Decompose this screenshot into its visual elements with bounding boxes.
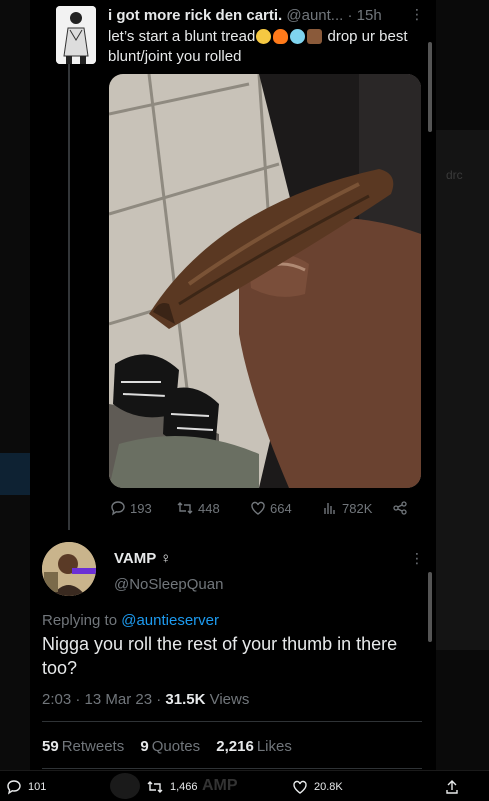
views-chart-icon	[324, 503, 335, 514]
scrollbar[interactable]	[428, 42, 432, 132]
bottom-reply-count: 101	[28, 781, 47, 793]
replying-to-label: Replying to	[42, 612, 122, 629]
tired-face-emoji-icon	[256, 28, 272, 44]
avatar[interactable]	[42, 542, 96, 596]
more-options-icon[interactable]: ⋮	[410, 550, 424, 567]
heart-icon	[251, 501, 265, 515]
retweets-stat[interactable]: 59 Retweets	[42, 738, 124, 755]
bottom-share-button[interactable]	[444, 779, 460, 795]
heart-icon	[293, 780, 307, 794]
share-button[interactable]	[392, 500, 408, 516]
reply-button[interactable]: 193	[110, 500, 152, 516]
display-name[interactable]: i got more rick den carti.	[108, 7, 282, 24]
bottom-retweet-button[interactable]: 1,466	[146, 779, 198, 795]
avatar[interactable]	[56, 6, 96, 64]
reply-count: 193	[130, 500, 152, 516]
replying-to-link[interactable]: @auntieserver	[121, 612, 219, 629]
reply-icon	[7, 780, 21, 795]
retweet-icon	[177, 502, 193, 514]
tweet-action-bar: 193 448 664 782K	[110, 500, 410, 520]
left-highlight	[0, 453, 30, 495]
left-background	[0, 0, 30, 800]
tweet-header: i got more rick den carti. @aunt... · 15…	[108, 6, 382, 25]
quotes-label: Quotes	[151, 738, 201, 755]
likes-label: Likes	[256, 738, 292, 755]
pinching-hand-emoji-icon	[307, 28, 323, 44]
engagement-counts: 59 Retweets 9 Quotes 2,216 Likes	[42, 738, 304, 755]
tweet-metadata: 2:03 · 13 Mar 23 · 31.5K Views	[42, 691, 249, 708]
bottom-retweet-count: 1,466	[170, 781, 198, 793]
reply-icon	[111, 501, 125, 516]
like-count: 664	[270, 500, 292, 516]
bottom-like-button[interactable]: 20.8K	[292, 779, 343, 795]
tweet-text-part1: let’s start a blunt tread	[108, 28, 256, 45]
retweet-button[interactable]: 448	[176, 500, 220, 516]
bottom-like-count: 20.8K	[314, 781, 343, 793]
user-handle[interactable]: @aunt...	[286, 7, 343, 24]
tweet-text: let’s start a blunt tread drop ur best b…	[108, 27, 428, 66]
likes-count: 2,216	[216, 738, 254, 755]
divider	[42, 721, 422, 722]
background-ghost-text: drc	[446, 168, 463, 182]
views-count: 782K	[342, 500, 373, 516]
views-count: 31.5K	[165, 691, 206, 708]
right-panel	[436, 130, 489, 650]
retweets-count: 59	[42, 738, 59, 755]
tweet-photo[interactable]	[109, 74, 421, 488]
timestamp[interactable]: · 15h	[348, 7, 382, 24]
female-sign-icon: ♀	[160, 550, 172, 567]
reply-text: Nigga you roll the rest of your thumb in…	[42, 634, 398, 678]
retweet-count: 448	[198, 500, 220, 516]
retweets-label: Retweets	[61, 738, 125, 755]
more-options-icon[interactable]: ⋮	[410, 6, 424, 23]
display-name[interactable]: VAMP ♀	[114, 550, 171, 567]
replying-to: Replying to @auntieserver	[42, 612, 219, 629]
scrollbar[interactable]	[428, 572, 432, 642]
share-upload-icon	[446, 780, 458, 794]
bottom-reply-button[interactable]: 101	[6, 779, 46, 795]
background-avatar	[110, 773, 140, 799]
share-icon	[393, 501, 407, 515]
background-ghost-name: AMP	[202, 777, 238, 794]
like-button[interactable]: 664	[250, 500, 292, 516]
bottom-action-bar: 101 1,466 AMP 20.8K	[0, 770, 489, 801]
emoji-group	[255, 28, 323, 47]
thread-line	[68, 60, 70, 530]
quotes-stat[interactable]: 9 Quotes	[140, 738, 200, 755]
display-name-text: VAMP	[114, 550, 156, 567]
likes-stat[interactable]: 2,216 Likes	[216, 738, 292, 755]
timestamp[interactable]: 2:03 · 13 Mar 23 ·	[42, 691, 165, 708]
fire-emoji-icon	[273, 28, 289, 44]
quotes-count: 9	[140, 738, 149, 755]
views-label: Views	[209, 691, 250, 708]
cold-face-emoji-icon	[290, 28, 306, 44]
retweet-icon	[147, 781, 163, 793]
divider	[42, 768, 422, 769]
user-handle[interactable]: @NoSleepQuan	[114, 576, 223, 593]
views-button[interactable]: 782K	[322, 500, 372, 516]
